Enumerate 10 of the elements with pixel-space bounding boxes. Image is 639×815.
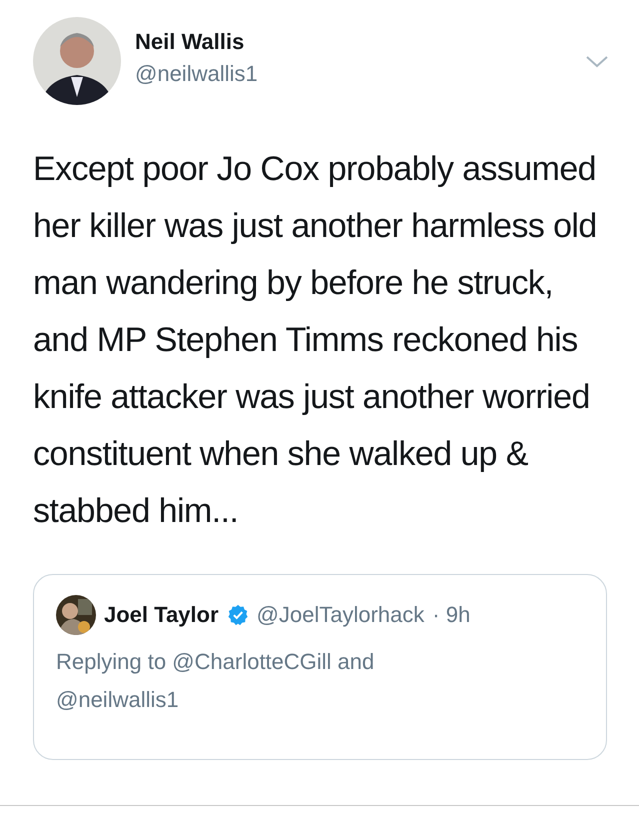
quoted-tweet-card[interactable]: Joel Taylor @JoelTaylorhack · 9h Replying to @CharlotteCGill and @neilwallis1 — [33, 574, 607, 760]
chevron-down-icon[interactable] — [585, 55, 609, 69]
author-handle: @JoelTaylorhack — [256, 602, 424, 628]
timestamp: · 9h — [432, 602, 470, 628]
author-name: Joel Taylor — [104, 602, 219, 628]
author-handle: @neilwallis1 — [135, 61, 258, 87]
reply-context: Replying to @CharlotteCGill and @neilwallis1 — [56, 648, 376, 714]
avatar — [56, 595, 96, 635]
tweet-text: Except poor Jo Cox probably assumed her killer was just another harmless old man wandering by before he struck, and MP Stephen Timms reckoned his knife attacker was just another worried constituent when she walked up & stabbed him... — [33, 149, 598, 532]
author-name: Neil Wallis — [135, 29, 246, 55]
